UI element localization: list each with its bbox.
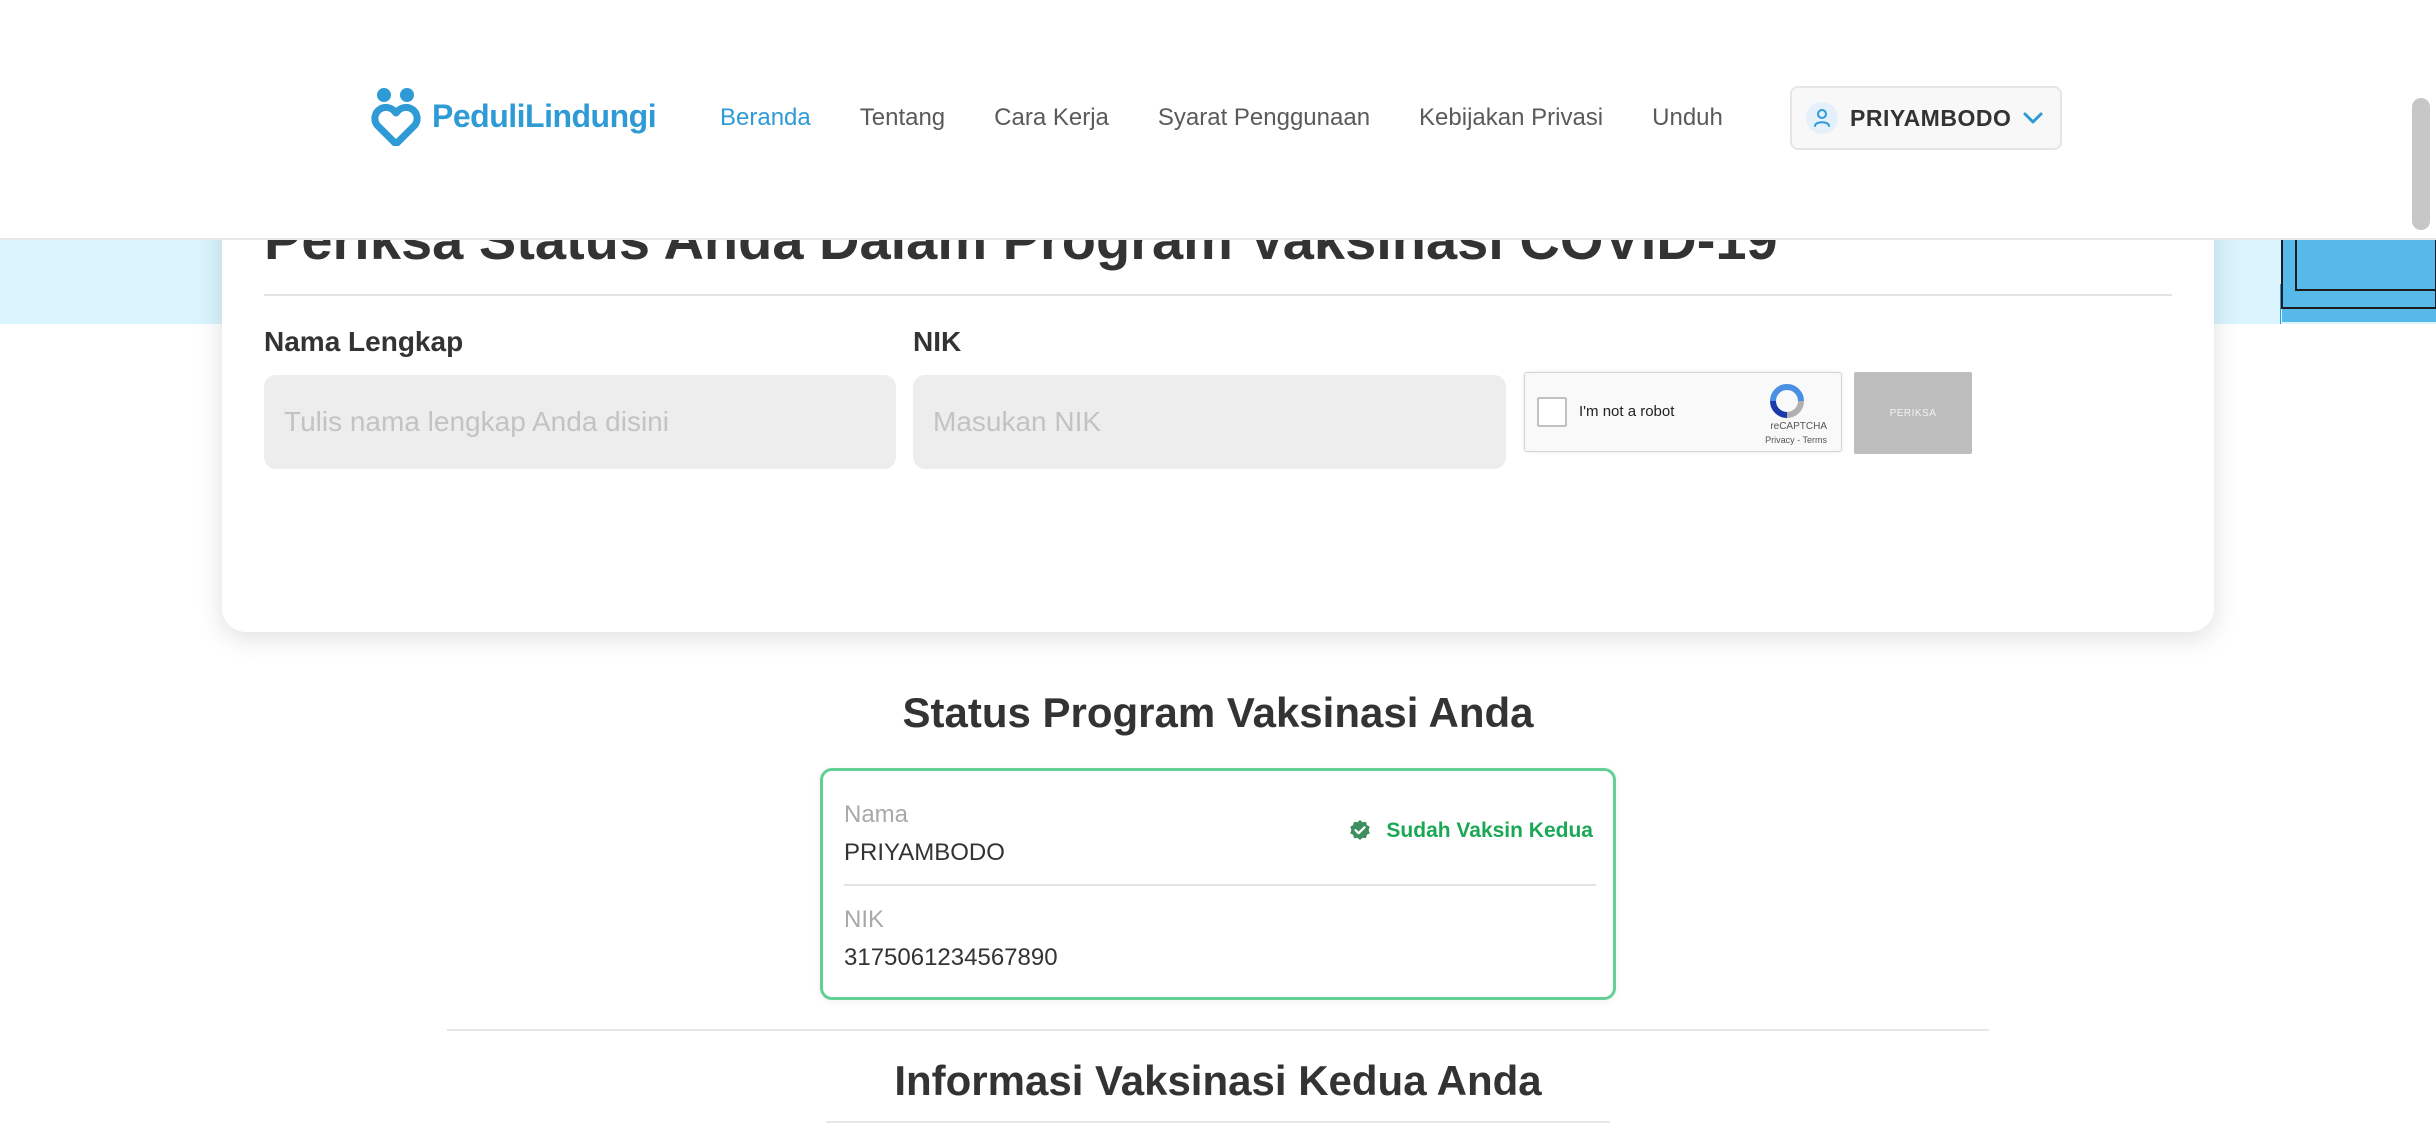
chevron-down-icon xyxy=(2023,112,2043,124)
status-name-value: PRIYAMBODO xyxy=(844,839,1005,866)
full-name-input[interactable] xyxy=(264,375,896,469)
nav-item-tentang[interactable]: Tentang xyxy=(860,104,945,132)
recaptcha-logo-icon xyxy=(1770,384,1804,418)
status-nik-value: 3175061234567890 xyxy=(844,944,1058,971)
vaccine-check-form-card: Periksa Status Anda Dalam Program Vaksin… xyxy=(222,200,2214,632)
nav-item-beranda[interactable]: Beranda xyxy=(720,104,811,132)
form-divider xyxy=(264,294,2172,296)
verified-check-icon xyxy=(1350,820,1371,840)
user-menu-button[interactable]: PRIYAMBODO xyxy=(1790,86,2062,150)
scrollbar-thumb[interactable] xyxy=(2412,98,2430,230)
status-section-title: Status Program Vaksinasi Anda xyxy=(902,689,1534,736)
info-card-top-edge xyxy=(826,1121,1610,1123)
site-logo[interactable]: PeduliLindungi xyxy=(370,86,657,146)
status-badge: Sudah Vaksin Kedua xyxy=(1348,819,1593,843)
recaptcha-label: I'm not a robot xyxy=(1579,403,1675,420)
site-header: PeduliLindungi Beranda Tentang Cara Kerj… xyxy=(0,0,2436,240)
main-nav: Beranda Tentang Cara Kerja Syarat Penggu… xyxy=(720,104,1772,132)
nav-item-unduh[interactable]: Unduh xyxy=(1652,104,1723,132)
nik-input[interactable] xyxy=(913,375,1506,469)
nav-item-kebijakan-privasi[interactable]: Kebijakan Privasi xyxy=(1419,104,1603,132)
user-name: PRIYAMBODO xyxy=(1850,104,2012,131)
nav-item-cara-kerja[interactable]: Cara Kerja xyxy=(994,104,1109,132)
status-card-divider xyxy=(844,884,1596,886)
logo-text: PeduliLindungi xyxy=(432,97,657,134)
section-divider xyxy=(447,1029,1989,1031)
user-avatar xyxy=(1806,102,1838,134)
vaccination-status-card: Nama PRIYAMBODO Sudah Vaksin Kedua NIK 3… xyxy=(820,768,1616,1000)
status-badge-label: Sudah Vaksin Kedua xyxy=(1386,819,1593,842)
status-nik-label: NIK xyxy=(844,906,885,933)
name-field-label: Nama Lengkap xyxy=(264,326,464,357)
user-icon xyxy=(1814,109,1830,127)
logo-icon xyxy=(371,88,421,146)
second-dose-info-title: Informasi Vaksinasi Kedua Anda xyxy=(894,1057,1542,1104)
recaptcha-widget: I'm not a robot reCAPTCHA Privacy - Term… xyxy=(1524,372,1842,452)
status-name-label: Nama xyxy=(844,801,909,828)
nik-field-label: NIK xyxy=(913,326,962,357)
check-status-button[interactable]: PERIKSA xyxy=(1854,372,1972,454)
recaptcha-checkbox[interactable] xyxy=(1537,397,1567,427)
recaptcha-brand: reCAPTCHA xyxy=(1770,421,1827,432)
nav-item-syarat-penggunaan[interactable]: Syarat Penggunaan xyxy=(1158,104,1370,132)
recaptcha-links[interactable]: Privacy - Terms xyxy=(1765,435,1827,445)
